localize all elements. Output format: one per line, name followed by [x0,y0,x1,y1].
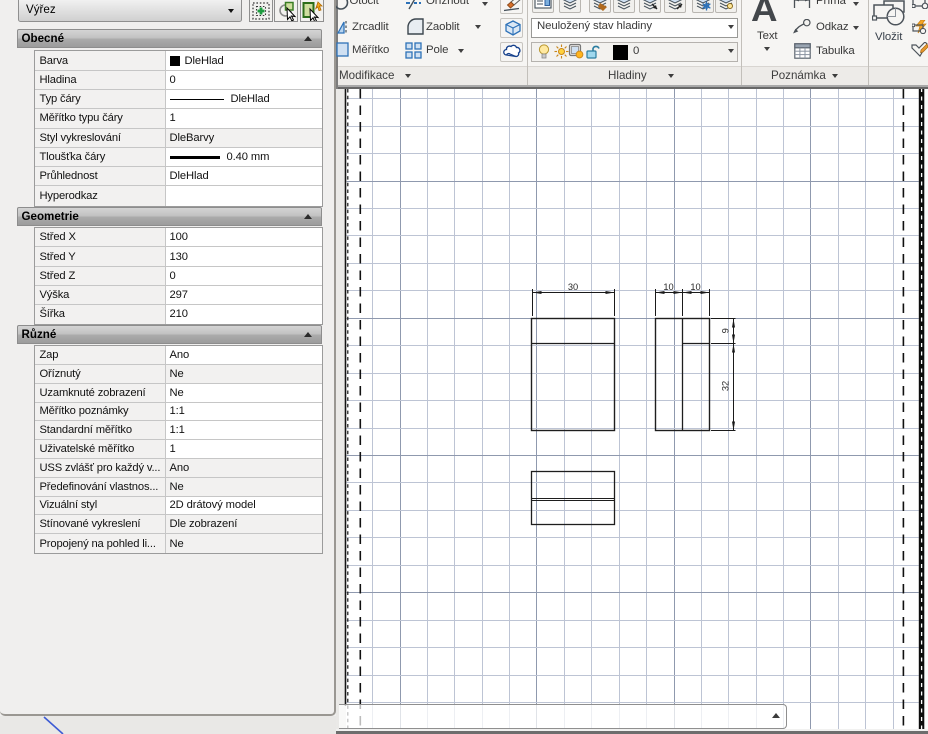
svg-text:30: 30 [568,282,578,292]
svg-text:9: 9 [721,328,731,333]
svg-text:10: 10 [690,282,700,292]
svg-text:32: 32 [721,381,731,391]
svg-text:10: 10 [663,282,673,292]
